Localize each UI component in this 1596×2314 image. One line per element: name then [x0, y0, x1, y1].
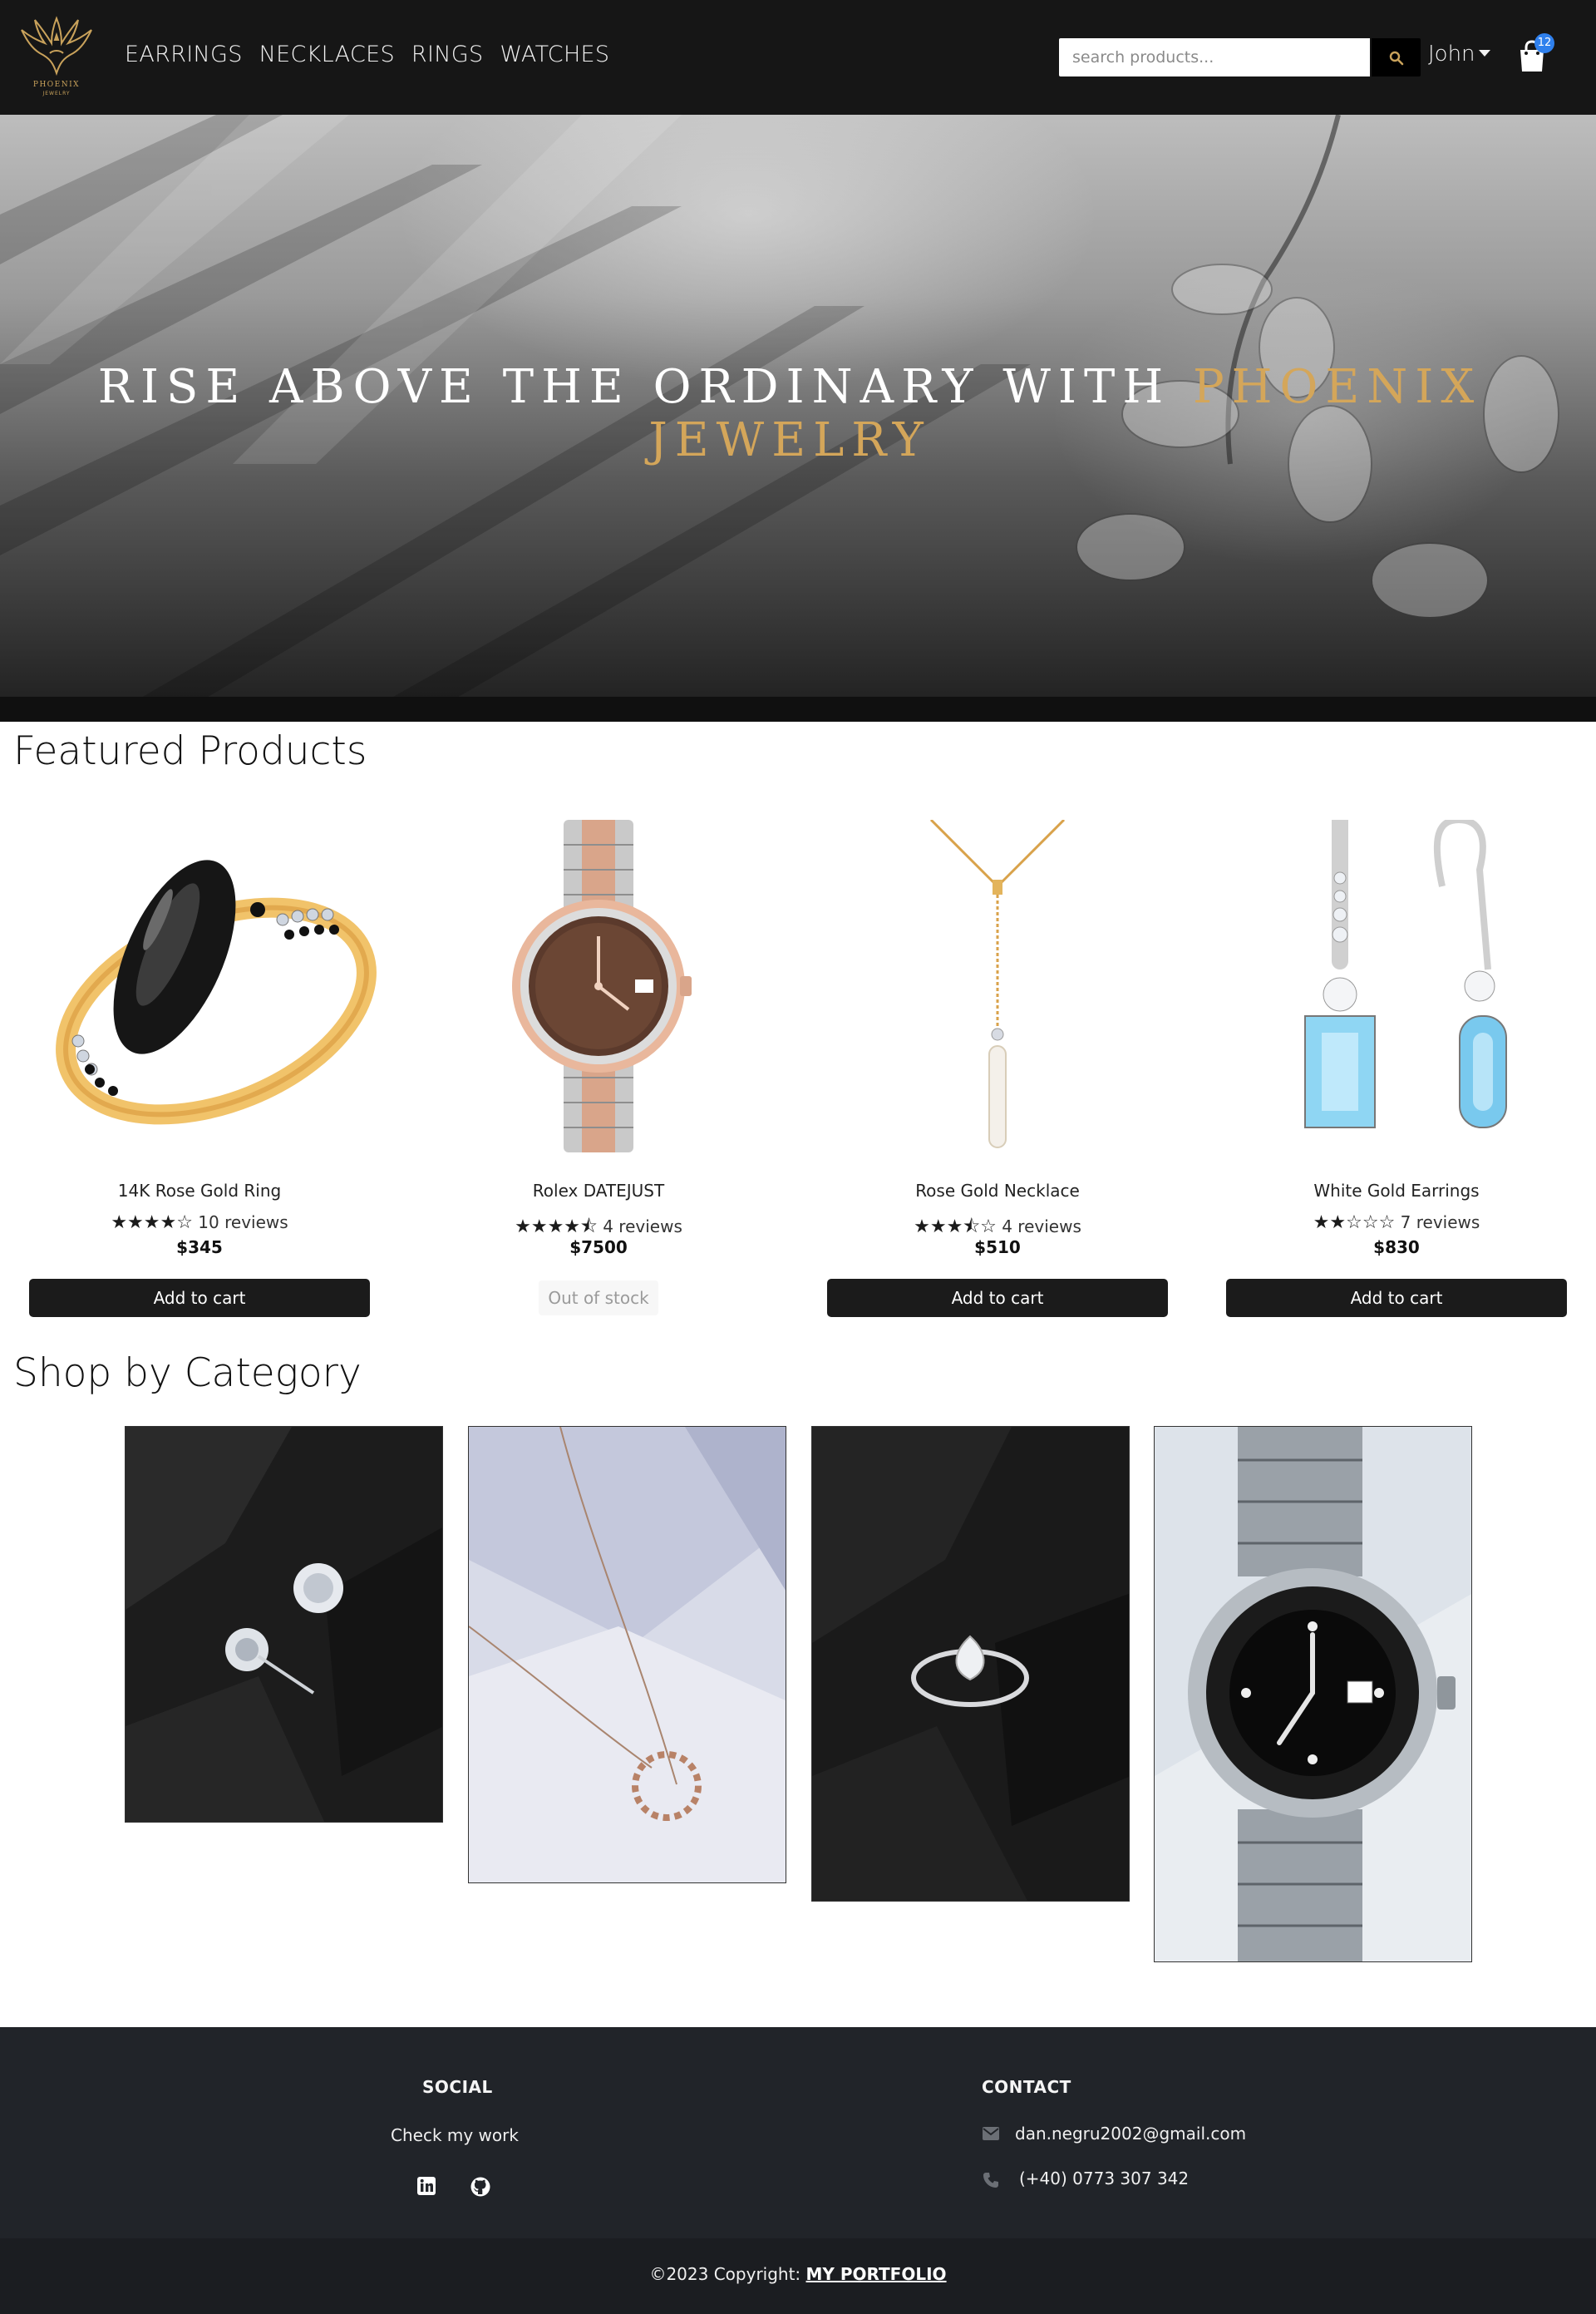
add-to-cart-button[interactable]: Add to cart	[827, 1279, 1168, 1317]
footer-phone[interactable]: (+40) 0773 307 342	[1019, 2168, 1189, 2188]
github-icon[interactable]	[470, 2177, 490, 2197]
cart-count-badge: 12	[1534, 33, 1554, 53]
category-card-earrings[interactable]	[125, 1426, 443, 1823]
review-count: 4 reviews	[603, 1216, 682, 1236]
footer-copyright-bar: ©2023 Copyright: MY PORTFOLIO	[0, 2238, 1596, 2314]
phoenix-logo[interactable]: PHOENIX JEWELRY	[17, 15, 96, 100]
product-name[interactable]: Rolex DATEJUST	[399, 1181, 798, 1201]
product-rating: ★★☆☆☆ 7 reviews	[1197, 1212, 1596, 1233]
user-name: John	[1428, 42, 1475, 67]
linkedin-icon[interactable]	[417, 2177, 436, 2195]
product-card: White Gold Earrings ★★☆☆☆ 7 reviews $830…	[1197, 807, 1596, 1322]
nav-link-earrings[interactable]: EARRINGS	[125, 42, 243, 67]
footer-contact-heading: CONTACT	[982, 2077, 1071, 2097]
product-price: $830	[1373, 1237, 1420, 1257]
product-card: Rolex DATEJUST ★★★★⯪ 4 reviews $7500 Out…	[399, 807, 798, 1322]
nav-link-necklaces[interactable]: NECKLACES	[259, 42, 395, 67]
user-dropdown[interactable]: John	[1428, 42, 1490, 67]
hero-banner: RISE ABOVE THE ORDINARY WITH PHOENIX JEW…	[0, 115, 1596, 722]
product-image-necklace[interactable]	[815, 820, 1180, 1152]
category-card-watches[interactable]	[1154, 1426, 1472, 1962]
product-price: $510	[974, 1237, 1021, 1257]
featured-products-heading: Featured Products	[13, 728, 367, 774]
review-count: 10 reviews	[198, 1212, 288, 1232]
category-image-watches	[1155, 1427, 1471, 1961]
category-card-rings[interactable]	[811, 1426, 1130, 1902]
site-footer: SOCIAL Check my work CONTACT dan.negru20…	[0, 2027, 1596, 2238]
nav-link-rings[interactable]: RINGS	[411, 42, 483, 67]
logo-wordmark: PHOENIX	[32, 81, 81, 89]
add-to-cart-button[interactable]: Add to cart	[1226, 1279, 1567, 1317]
hero-headline-main: RISE ABOVE THE ORDINARY WITH	[97, 360, 1193, 414]
star-rating-icon: ★★★★☆	[111, 1212, 193, 1233]
search-icon	[1389, 51, 1404, 66]
shop-by-category-heading: Shop by Category	[13, 1350, 362, 1396]
product-price: $345	[176, 1237, 223, 1257]
search-button[interactable]	[1372, 38, 1421, 76]
category-image-necklaces	[469, 1427, 786, 1882]
search-input[interactable]	[1059, 38, 1370, 76]
footer-social-heading: SOCIAL	[422, 2077, 493, 2097]
product-name[interactable]: Rose Gold Necklace	[798, 1181, 1197, 1201]
product-image-ring[interactable]	[17, 820, 382, 1152]
envelope-icon	[983, 2127, 999, 2140]
star-rating-icon: ★★☆☆☆	[1313, 1212, 1396, 1233]
copyright-label: ©2023 Copyright:	[649, 2264, 806, 2284]
phone-icon	[983, 2173, 998, 2188]
category-image-earrings	[126, 1427, 442, 1822]
product-image-watch[interactable]	[416, 820, 781, 1152]
star-rating-icon: ★★★⯪☆	[914, 1216, 997, 1237]
nav-link-watches[interactable]: WATCHES	[500, 42, 609, 67]
product-name[interactable]: White Gold Earrings	[1197, 1181, 1596, 1201]
top-navbar: PHOENIX JEWELRY EARRINGS NECKLACES RINGS…	[0, 0, 1596, 115]
footer-social-text: Check my work	[391, 2125, 519, 2145]
main-nav: EARRINGS NECKLACES RINGS WATCHES	[125, 42, 609, 67]
product-rating: ★★★★☆ 10 reviews	[0, 1212, 399, 1233]
category-card-necklaces[interactable]	[468, 1426, 786, 1883]
logo-subtitle: JEWELRY	[42, 91, 71, 96]
product-price: $7500	[569, 1237, 628, 1257]
category-image-rings	[812, 1427, 1129, 1901]
portfolio-link[interactable]: MY PORTFOLIO	[806, 2264, 947, 2284]
product-card: Rose Gold Necklace ★★★⯪☆ 4 reviews $510 …	[798, 807, 1197, 1322]
review-count: 4 reviews	[1002, 1216, 1081, 1236]
review-count: 7 reviews	[1400, 1212, 1480, 1232]
copyright-text: ©2023 Copyright: MY PORTFOLIO	[0, 2264, 1596, 2284]
hero-headline: RISE ABOVE THE ORDINARY WITH PHOENIX JEW…	[83, 361, 1496, 467]
product-name[interactable]: 14K Rose Gold Ring	[0, 1181, 399, 1201]
add-to-cart-button[interactable]: Add to cart	[29, 1279, 370, 1317]
chevron-down-icon	[1478, 50, 1490, 57]
out-of-stock-button[interactable]: Out of stock	[539, 1280, 658, 1315]
phoenix-bird-icon	[21, 16, 92, 76]
star-rating-icon: ★★★★⯪	[515, 1216, 598, 1237]
product-image-earrings[interactable]	[1214, 820, 1579, 1152]
footer-email[interactable]: dan.negru2002@gmail.com	[1015, 2124, 1246, 2144]
product-card: 14K Rose Gold Ring ★★★★☆ 10 reviews $345…	[0, 807, 399, 1322]
